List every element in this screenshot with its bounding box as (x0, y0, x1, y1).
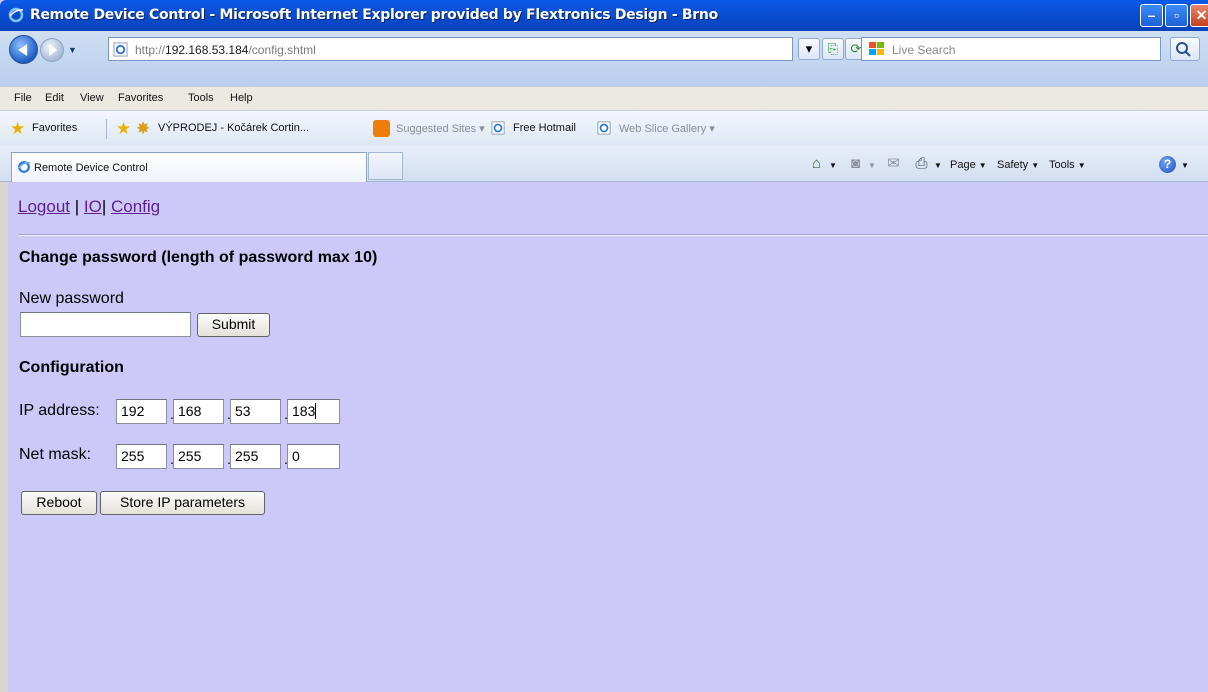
favorite-link-vyprodej[interactable]: VÝPRODEJ - Kočárek Cortin... (158, 122, 309, 134)
site-favicon-icon: ✸ (136, 119, 151, 138)
nav-separator: | (101, 197, 107, 216)
configuration-heading: Configuration (19, 359, 124, 376)
new-password-label: New password (19, 290, 124, 307)
add-favorites-icon[interactable]: ★ (116, 120, 134, 138)
ip-octet-1-input[interactable]: 192 (116, 399, 167, 424)
submit-button[interactable]: Submit (197, 313, 270, 337)
feeds-dropdown-icon[interactable]: ▼ (868, 159, 876, 171)
tab-bar: Remote Device Control ⌂ ▼ ◙ ▼ ✉ ⎙ ▼ Page… (0, 146, 1208, 182)
favorites-separator (106, 119, 107, 139)
favorite-link-web-slice-gallery[interactable]: Web Slice Gallery ▾ (619, 122, 715, 135)
mask-octet-4-input[interactable]: 0 (287, 444, 340, 469)
maximize-button[interactable]: ▫ (1165, 4, 1188, 27)
logout-link[interactable]: Logout (18, 197, 70, 216)
store-ip-parameters-button[interactable]: Store IP parameters (100, 491, 265, 515)
favorites-bar: ★ Favorites ★ ✸ VÝPRODEJ - Kočárek Corti… (0, 110, 1208, 146)
magnifier-icon (1176, 42, 1191, 57)
new-tab-button[interactable] (368, 152, 403, 180)
page-ie-icon (113, 42, 128, 57)
help-icon[interactable]: ? (1159, 156, 1176, 173)
page-nav: Logout | IO| Config (18, 197, 160, 217)
menu-help[interactable]: Help (230, 92, 253, 104)
favorites-star-icon: ★ (10, 119, 26, 138)
menu-view[interactable]: View (80, 92, 104, 104)
text-cursor (315, 403, 317, 419)
back-button[interactable] (9, 35, 38, 64)
ip-octet-4-value: 183 (292, 403, 316, 419)
tab-ie-icon (18, 161, 31, 173)
suggested-sites-icon (373, 120, 390, 137)
config-link[interactable]: Config (111, 197, 160, 216)
search-input[interactable]: Live Search (861, 37, 1161, 61)
menu-edit[interactable]: Edit (45, 92, 64, 104)
home-dropdown-icon[interactable]: ▼ (829, 159, 837, 171)
recent-pages-dropdown-icon[interactable]: ▼ (68, 45, 77, 55)
window-title-bar[interactable]: Remote Device Control - Microsoft Intern… (0, 0, 1208, 31)
ip-octet-2-input[interactable]: 168 (173, 399, 224, 424)
tab-title: Remote Device Control (34, 162, 148, 174)
menu-tools[interactable]: Tools (188, 92, 214, 104)
mask-octet-1-input[interactable]: 255 (116, 444, 167, 469)
page-menu[interactable]: Page ▼ (950, 159, 987, 171)
favorites-button[interactable]: Favorites (32, 122, 77, 134)
ip-octet-3-input[interactable]: 53 (230, 399, 281, 424)
divider (18, 234, 1208, 236)
safety-menu[interactable]: Safety ▼ (997, 159, 1039, 171)
favorite-link-suggested-sites[interactable]: Suggested Sites ▾ (396, 122, 485, 135)
address-field[interactable]: http://192.168.53.184/config.shtml (108, 37, 793, 61)
address-toolbar: ▼ http://192.168.53.184/config.shtml ▾ ⎘… (0, 31, 1208, 86)
address-url[interactable]: http://192.168.53.184/config.shtml (135, 43, 316, 57)
mask-octet-3-input[interactable]: 255 (230, 444, 281, 469)
io-link[interactable]: IO (84, 197, 102, 216)
menu-favorites[interactable]: Favorites (118, 92, 163, 104)
page-content: Logout | IO| Config Change password (len… (0, 182, 1208, 692)
tab-remote-device-control[interactable]: Remote Device Control (11, 152, 367, 182)
reboot-button[interactable]: Reboot (21, 491, 97, 515)
ip-octet-4-input[interactable]: 183 (287, 399, 340, 424)
close-button[interactable]: ✕ (1190, 4, 1208, 27)
favorite-link-hotmail[interactable]: Free Hotmail (513, 122, 576, 134)
help-dropdown-icon[interactable]: ▼ (1181, 159, 1189, 171)
feeds-icon[interactable]: ◙ (847, 156, 864, 172)
mask-octet-2-input[interactable]: 255 (173, 444, 224, 469)
forward-button[interactable] (40, 38, 64, 62)
menu-bar: File Edit View Favorites Tools Help (0, 86, 1208, 110)
compatibility-view-icon[interactable]: ⎘ (822, 38, 844, 60)
minimize-button[interactable]: – (1140, 4, 1163, 27)
new-password-input[interactable] (20, 312, 191, 337)
window-title: Remote Device Control - Microsoft Intern… (30, 7, 718, 23)
ie-logo-icon (8, 7, 24, 23)
net-mask-label: Net mask: (19, 446, 92, 463)
print-icon[interactable]: ⎙ (913, 156, 930, 172)
read-mail-icon[interactable]: ✉ (885, 156, 902, 172)
web-slice-ie-icon (597, 121, 611, 135)
print-dropdown-icon[interactable]: ▼ (934, 159, 942, 171)
hotmail-ie-icon (491, 121, 505, 135)
tools-menu[interactable]: Tools ▼ (1049, 159, 1086, 171)
home-icon[interactable]: ⌂ (808, 156, 825, 172)
search-placeholder: Live Search (892, 43, 956, 57)
search-button[interactable] (1170, 37, 1200, 61)
menu-file[interactable]: File (14, 92, 32, 104)
ip-address-label: IP address: (19, 402, 100, 419)
address-dropdown-icon[interactable]: ▾ (798, 38, 820, 60)
change-password-heading: Change password (length of password max … (19, 249, 378, 266)
live-search-icon (869, 42, 884, 55)
nav-separator: | (74, 197, 80, 216)
